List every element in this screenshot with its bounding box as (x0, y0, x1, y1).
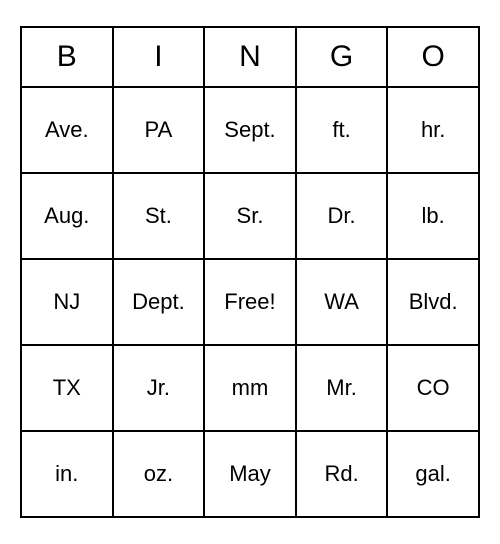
cell-5-3: May (205, 432, 297, 516)
cell-1-4: ft. (297, 88, 389, 172)
cell-3-1: NJ (22, 260, 114, 344)
header-i: I (114, 28, 206, 88)
cell-2-2: St. (114, 174, 206, 258)
bingo-row-2: Aug. St. Sr. Dr. lb. (22, 174, 478, 260)
cell-2-1: Aug. (22, 174, 114, 258)
cell-3-5: Blvd. (388, 260, 478, 344)
header-n: N (205, 28, 297, 88)
header-b: B (22, 28, 114, 88)
cell-4-5: CO (388, 346, 478, 430)
cell-1-1: Ave. (22, 88, 114, 172)
bingo-header-row: B I N G O (22, 28, 478, 88)
cell-1-3: Sept. (205, 88, 297, 172)
cell-4-1: TX (22, 346, 114, 430)
cell-1-5: hr. (388, 88, 478, 172)
cell-4-2: Jr. (114, 346, 206, 430)
bingo-row-3: NJ Dept. Free! WA Blvd. (22, 260, 478, 346)
cell-5-4: Rd. (297, 432, 389, 516)
cell-5-1: in. (22, 432, 114, 516)
cell-2-4: Dr. (297, 174, 389, 258)
bingo-row-5: in. oz. May Rd. gal. (22, 432, 478, 516)
bingo-card: B I N G O Ave. PA Sept. ft. hr. Aug. St.… (20, 26, 480, 518)
bingo-row-4: TX Jr. mm Mr. CO (22, 346, 478, 432)
cell-5-5: gal. (388, 432, 478, 516)
bingo-row-1: Ave. PA Sept. ft. hr. (22, 88, 478, 174)
cell-4-4: Mr. (297, 346, 389, 430)
cell-1-2: PA (114, 88, 206, 172)
cell-2-5: lb. (388, 174, 478, 258)
cell-3-2: Dept. (114, 260, 206, 344)
cell-4-3: mm (205, 346, 297, 430)
cell-5-2: oz. (114, 432, 206, 516)
header-g: G (297, 28, 389, 88)
cell-2-3: Sr. (205, 174, 297, 258)
cell-3-4: WA (297, 260, 389, 344)
cell-3-3: Free! (205, 260, 297, 344)
header-o: O (388, 28, 478, 88)
